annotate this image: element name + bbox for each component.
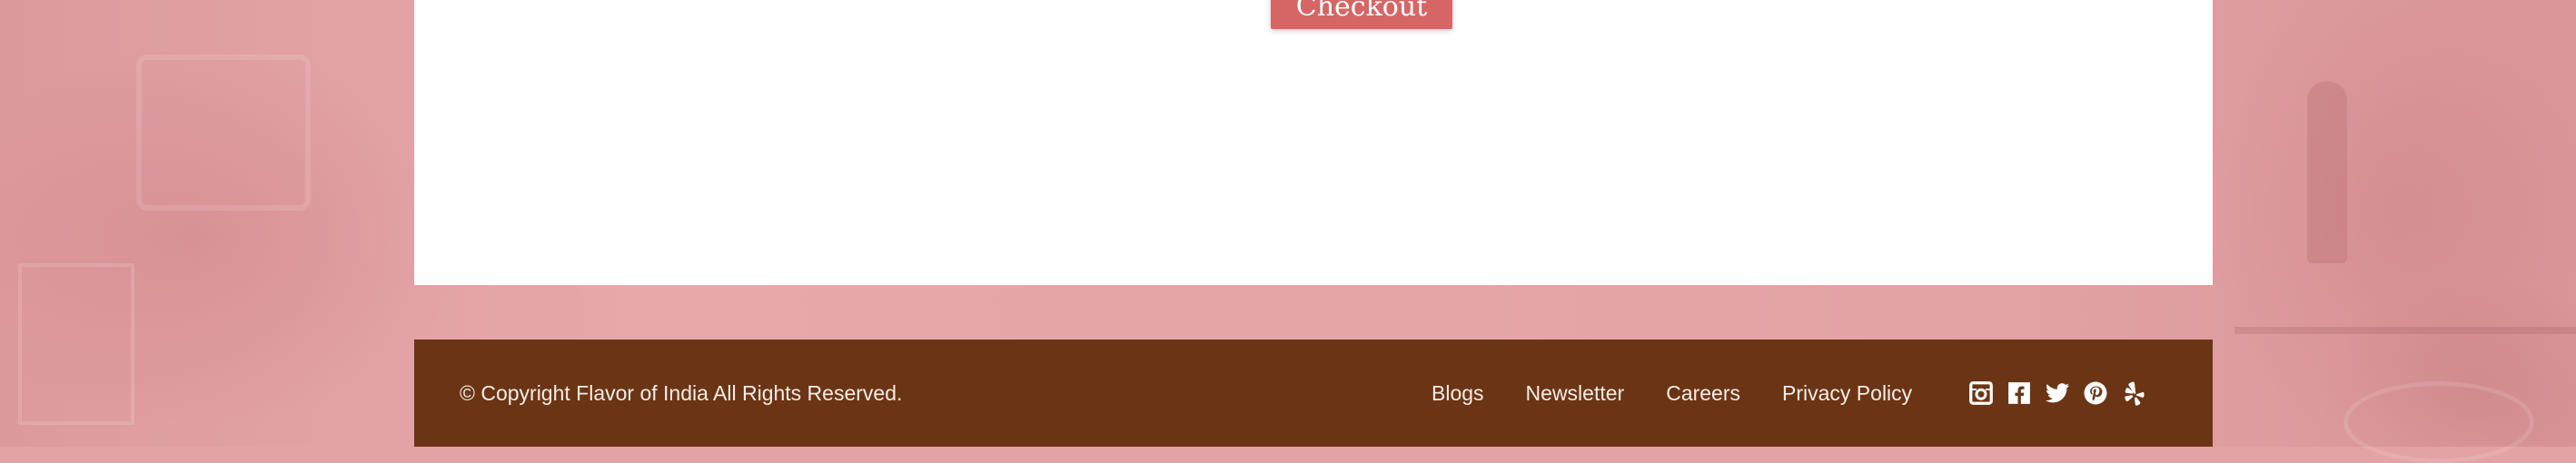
- pinterest-icon[interactable]: [2082, 379, 2109, 407]
- footer-link-privacy-policy[interactable]: Privacy Policy: [1782, 381, 1912, 406]
- facebook-icon[interactable]: [2006, 379, 2033, 407]
- footer-link-blogs[interactable]: Blogs: [1432, 381, 1484, 406]
- background-decor: [136, 54, 311, 211]
- content-card: Checkout: [414, 0, 2213, 285]
- background-decor: [2343, 381, 2534, 463]
- instagram-icon[interactable]: [1967, 379, 1995, 407]
- social-links: [1967, 340, 2147, 447]
- yelp-icon[interactable]: [2120, 379, 2147, 407]
- background-decor: [2307, 82, 2347, 263]
- footer-nav: Blogs Newsletter Careers Privacy Policy: [1432, 340, 1912, 447]
- twitter-icon[interactable]: [2044, 379, 2071, 407]
- footer-link-careers[interactable]: Careers: [1666, 381, 1740, 406]
- copyright-text: © Copyright Flavor of India All Rights R…: [460, 380, 903, 405]
- checkout-button[interactable]: Checkout: [1271, 0, 1452, 29]
- background-decor: [2234, 327, 2576, 334]
- footer: © Copyright Flavor of India All Rights R…: [414, 340, 2213, 447]
- background-decor: [18, 263, 134, 425]
- footer-link-newsletter[interactable]: Newsletter: [1526, 381, 1625, 406]
